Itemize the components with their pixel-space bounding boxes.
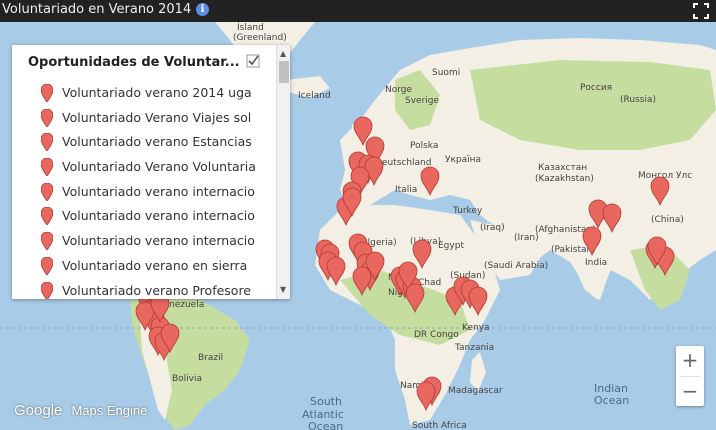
label-russia-en: (Russia) <box>620 95 656 105</box>
layer-list-item[interactable]: Voluntariado Verano Viajes sol <box>12 106 276 131</box>
map-title: Voluntariado en Verano 2014 <box>2 2 192 17</box>
panel-title: Oportunidades de Voluntar... <box>28 55 240 70</box>
label-polska: Polska <box>410 141 438 151</box>
label-kenya: Kenya <box>462 323 490 333</box>
zoom-in-button[interactable]: + <box>676 346 704 375</box>
label-south-atlantic-3: Ocean <box>308 420 343 430</box>
scroll-down-icon[interactable]: ▼ <box>280 285 286 294</box>
layer-list-item[interactable]: Voluntariado verano Profesore <box>12 279 276 299</box>
marker-icon <box>41 281 53 299</box>
scroll-thumb[interactable] <box>279 61 289 83</box>
fullscreen-icon[interactable] <box>692 2 710 20</box>
brand: Google Maps Engine <box>14 400 147 419</box>
label-iran: (Iran) <box>514 233 539 243</box>
label-iraq: (Iraq) <box>480 223 505 233</box>
label-greenland: (Greenland) <box>233 33 287 43</box>
layer-list-item[interactable]: Voluntariado verano internacio <box>12 229 276 254</box>
layer-list-item-label: Voluntariado Verano Viajes sol <box>62 109 252 125</box>
zoom-control: + − <box>676 346 704 406</box>
label-madagascar: Madagascar <box>448 386 503 396</box>
top-bar: Voluntariado en Verano 2014 i <box>0 0 716 22</box>
layer-list-item-label: Voluntariado verano Profesore <box>62 282 252 298</box>
label-bolivia: Bolivia <box>172 374 202 384</box>
label-dr-congo: DR Congo <box>414 330 459 340</box>
label-russia: Россия <box>580 83 612 93</box>
maps-engine-label: Maps Engine <box>71 403 148 418</box>
label-italia: Italia <box>395 185 417 195</box>
layer-list-item[interactable]: Voluntariado verano en sierra <box>12 254 276 279</box>
label-brazil: Brazil <box>198 353 223 363</box>
layer-list-item[interactable]: Voluntariado verano Estancias <box>12 130 276 155</box>
marker-icon <box>41 232 53 251</box>
marker-icon <box>41 133 53 152</box>
label-norge: Norge <box>385 85 412 95</box>
panel-header: Oportunidades de Voluntar... <box>12 45 276 79</box>
label-india: India <box>585 258 607 268</box>
marker-icon <box>41 84 53 102</box>
layer-list-item-label: Voluntariado verano internacio <box>62 183 255 199</box>
label-saudi: (Saudi Arabia) <box>484 261 548 271</box>
layer-list-item-label: Voluntariado verano Estancias <box>62 134 252 150</box>
layer-list-item-label: Voluntariado Verano Voluntaria <box>62 159 256 175</box>
layer-list-item[interactable]: Voluntariado verano 2014 uga <box>12 81 276 106</box>
label-tanzania: Tanzania <box>454 343 494 353</box>
label-sverige: Sverige <box>405 96 439 106</box>
layer-list: Voluntariado verano 2014 uga Voluntariado… <box>12 81 276 299</box>
layer-list-item-label: Voluntariado verano internacio <box>62 233 255 249</box>
label-indian-ocean-2: Ocean <box>594 394 629 407</box>
layer-list-item-label: Voluntariado verano en sierra <box>62 257 248 273</box>
visibility-checkbox[interactable] <box>246 54 260 68</box>
label-china: (China) <box>651 215 684 225</box>
zoom-out-button[interactable]: − <box>676 377 704 406</box>
label-kazakhstan: Казахстан <box>538 163 587 173</box>
label-ukraina: Україна <box>445 155 481 165</box>
marker-icon <box>41 207 53 226</box>
label-south-atlantic: South <box>310 395 342 408</box>
layer-list-item[interactable]: Voluntariado verano internacio <box>12 204 276 229</box>
layer-list-item-label: Voluntariado verano 2014 uga <box>62 85 252 100</box>
label-egypt: Egypt <box>438 241 464 251</box>
label-suomi: Suomi <box>432 68 460 78</box>
label-kazakhstan-en: (Kazakhstan) <box>535 174 594 184</box>
marker-icon <box>41 182 53 201</box>
scroll-up-icon[interactable]: ▲ <box>280 49 286 58</box>
layer-list-item-label: Voluntariado verano internacio <box>62 208 255 224</box>
legend-panel: Oportunidades de Voluntar... Voluntariad… <box>12 45 290 299</box>
label-deutschland: Deutschland <box>375 158 431 168</box>
panel-scrollbar[interactable]: ▲ ▼ <box>276 45 290 299</box>
label-iceland: Iceland <box>298 91 331 101</box>
marker-icon <box>41 158 53 177</box>
label-greenland-native: Ísland <box>237 22 264 33</box>
google-logo: Google <box>14 402 63 419</box>
label-turkey: Turkey <box>452 206 483 216</box>
layer-list-item[interactable]: Voluntariado verano internacio <box>12 180 276 205</box>
label-south-africa: South Africa <box>412 421 467 430</box>
marker-icon <box>41 256 53 275</box>
layer-list-item[interactable]: Voluntariado Verano Voluntaria <box>12 155 276 180</box>
marker-icon <box>41 108 53 127</box>
info-icon[interactable]: i <box>196 3 209 16</box>
